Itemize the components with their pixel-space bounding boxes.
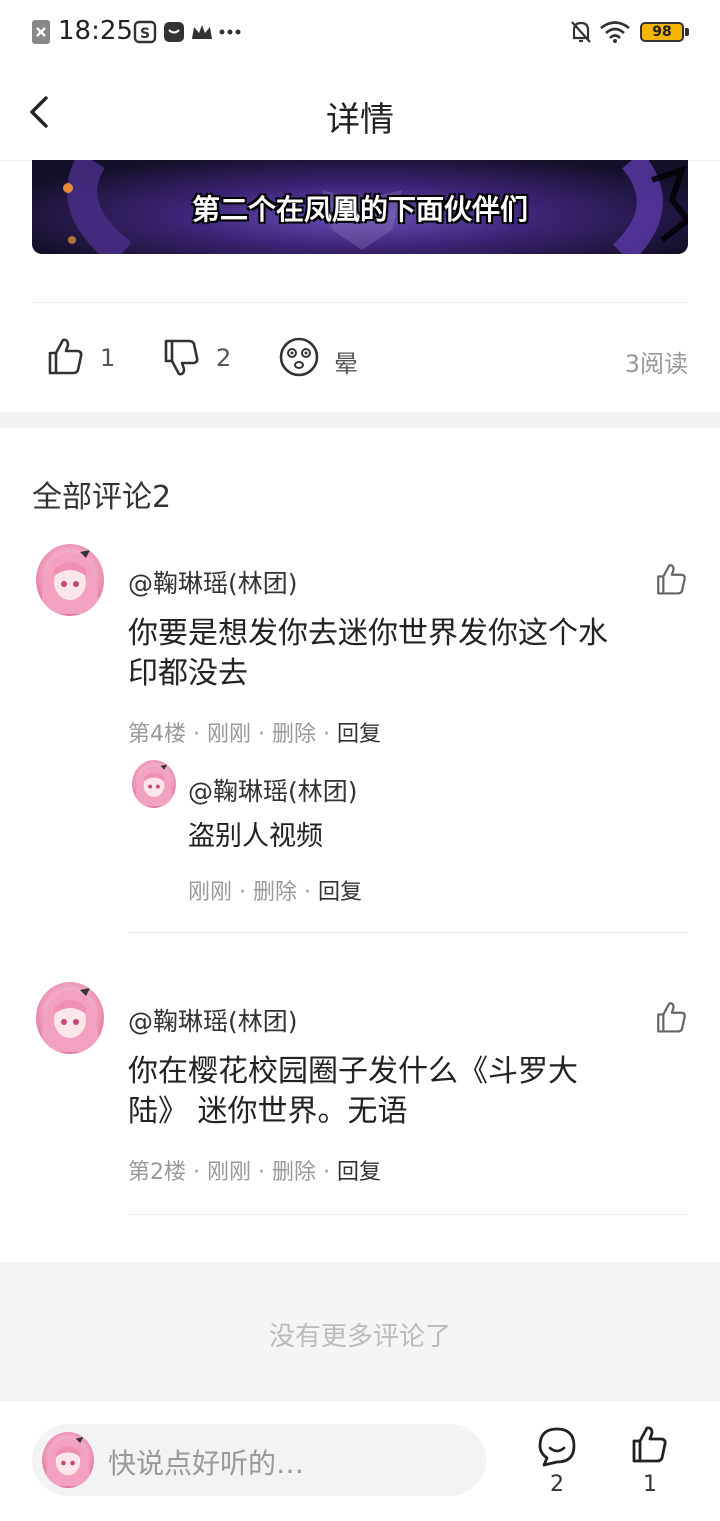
reply-meta: 刚刚 · 删除 · 回复 — [188, 874, 362, 906]
reply-link[interactable]: 回复 — [337, 1160, 381, 1185]
floor-label: 第4楼 — [128, 722, 186, 747]
comment-like-icon[interactable] — [654, 1000, 688, 1034]
dot-separator: · — [239, 880, 247, 905]
screenshot-icon: S — [132, 18, 158, 46]
comment-time: 刚刚 — [207, 722, 252, 747]
comment-time: 刚刚 — [207, 1160, 252, 1185]
dot-separator: · — [193, 1160, 200, 1185]
dislike-count: 2 — [216, 344, 232, 372]
avatar[interactable] — [36, 544, 104, 616]
top-app-bar: 详情 — [0, 66, 720, 161]
reply-username[interactable]: @鞠琳瑶(林团) — [188, 772, 358, 808]
battery-icon: 98 — [640, 22, 684, 42]
section-gap — [0, 412, 720, 428]
dot-separator: · — [193, 722, 200, 747]
comment-like-icon[interactable] — [654, 562, 688, 596]
comment-text-line: 印都没去 — [128, 656, 248, 691]
comment-meta: 第4楼 · 刚刚 · 删除 · 回复 — [128, 716, 381, 748]
dot-separator: · — [258, 722, 266, 747]
avatar[interactable] — [36, 982, 104, 1054]
dot-separator: · — [258, 1160, 266, 1185]
avatar — [42, 1432, 94, 1488]
battery-tip — [685, 28, 689, 36]
comment-input-placeholder[interactable]: 快说点好听的… — [108, 1442, 304, 1482]
wifi-icon — [598, 18, 632, 46]
crown-icon — [190, 18, 214, 46]
video-caption: 第二个在凤凰的下面伙伴们 — [191, 193, 528, 226]
comment-username[interactable]: @鞠琳瑶(林团) — [128, 564, 298, 600]
comment-text-line: 陆》 迷你世界。无语 — [128, 1094, 408, 1129]
dot-separator: · — [323, 722, 331, 747]
read-count: 3阅读 — [624, 350, 688, 378]
comment-count: 2 — [550, 1472, 564, 1497]
comment-bubble-icon[interactable] — [536, 1426, 578, 1468]
reply-text: 盗别人视频 — [188, 821, 323, 852]
divider — [128, 1214, 688, 1215]
divider — [32, 302, 688, 303]
thumbs-down-icon[interactable] — [162, 338, 202, 378]
floor-label: 第2楼 — [128, 1160, 186, 1185]
status-time: 18:25 — [58, 16, 133, 46]
like-count: 1 — [100, 344, 116, 372]
reply-link[interactable]: 回复 — [318, 880, 362, 905]
mute-bell-icon — [568, 18, 594, 46]
reply-link[interactable]: 回复 — [337, 722, 381, 747]
dot-separator: · — [323, 1160, 331, 1185]
thumbs-up-icon[interactable] — [630, 1424, 670, 1466]
close-box-icon — [30, 18, 52, 46]
chat-icon — [162, 18, 186, 46]
comment-text-line: 你要是想发你去迷你世界发你这个水 — [128, 616, 608, 651]
dot-separator: · — [304, 880, 312, 905]
comment-username[interactable]: @鞠琳瑶(林团) — [128, 1002, 298, 1038]
page-title: 详情 — [326, 100, 394, 140]
delete-link[interactable]: 删除 — [253, 880, 297, 905]
dizzy-label: 晕 — [334, 350, 358, 378]
reply-time: 刚刚 — [188, 880, 233, 905]
delete-link[interactable]: 删除 — [272, 722, 316, 747]
comment-text-line: 你在樱花校园圈子发什么《斗罗大 — [128, 1054, 578, 1089]
thumbs-up-icon[interactable] — [46, 336, 86, 376]
avatar[interactable] — [132, 760, 176, 808]
divider — [128, 932, 688, 933]
svg-text:S: S — [140, 26, 150, 42]
delete-link[interactable]: 删除 — [272, 1160, 316, 1185]
no-more-comments: 没有更多评论了 — [268, 1322, 451, 1352]
comment-meta: 第2楼 · 刚刚 · 删除 · 回复 — [128, 1154, 381, 1186]
more-dots-icon — [218, 18, 242, 46]
dizzy-face-icon[interactable] — [278, 336, 322, 380]
like-count: 1 — [643, 1472, 657, 1497]
comments-title: 全部评论2 — [32, 480, 172, 515]
video-player[interactable]: 第二个在凤凰的下面伙伴们 — [32, 160, 688, 254]
status-bar: 18:25 S 98 — [0, 0, 720, 66]
